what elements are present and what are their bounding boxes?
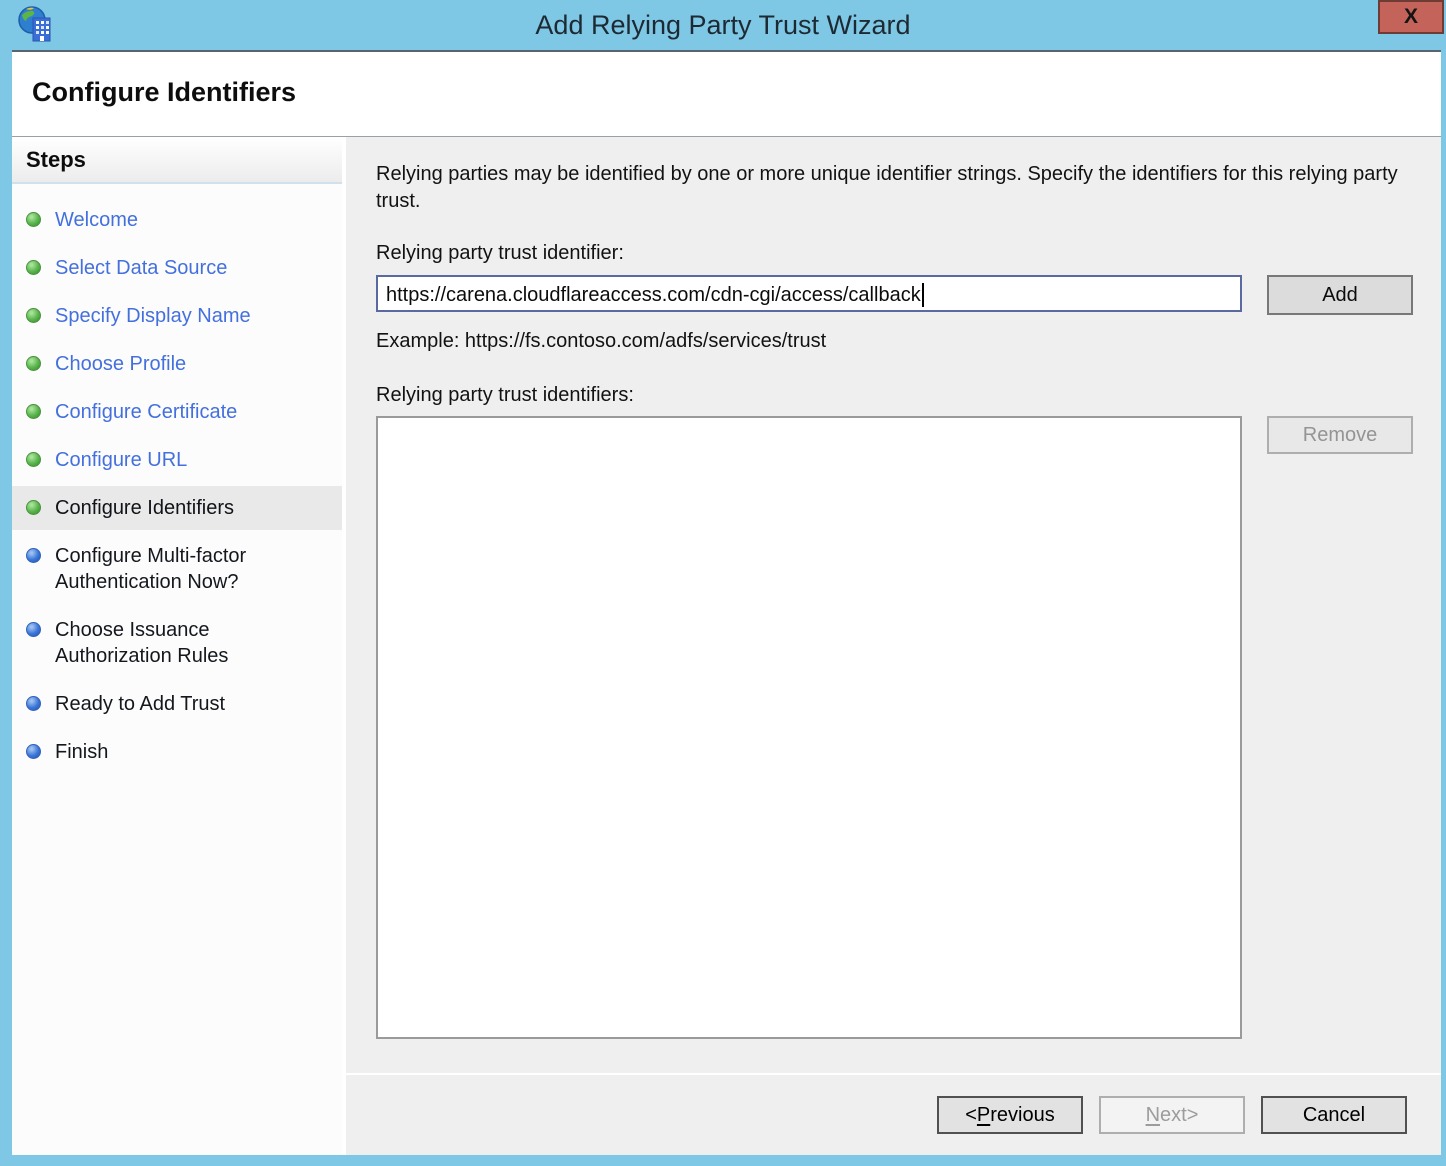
step-label: Welcome: [55, 207, 138, 233]
add-button[interactable]: Add: [1267, 275, 1413, 315]
completed-step-dot-icon: [26, 356, 41, 371]
title-bar: Add Relying Party Trust Wizard X: [0, 0, 1446, 50]
sidebar-step-ready-to-add-trust: Ready to Add Trust: [12, 682, 342, 726]
main-panel: Relying parties may be identified by one…: [346, 137, 1441, 1155]
sidebar-step-configure-identifiers[interactable]: Configure Identifiers: [12, 486, 342, 530]
wizard-client-area: Configure Identifiers Steps Welcome Sele…: [12, 50, 1441, 1155]
step-label: Configure Identifiers: [55, 495, 234, 521]
upcoming-step-dot-icon: [26, 696, 41, 711]
step-label: Select Data Source: [55, 255, 227, 281]
content-row: Steps Welcome Select Data Source Specify…: [12, 136, 1441, 1155]
next-label-suffix: >: [1187, 1104, 1199, 1127]
step-label: Choose Issuance Authorization Rules: [55, 617, 295, 669]
step-label: Specify Display Name: [55, 303, 251, 329]
sidebar-step-choose-issuance-rules: Choose Issuance Authorization Rules: [12, 608, 342, 678]
identifier-input-value: https://carena.cloudflareaccess.com/cdn-…: [386, 284, 921, 307]
next-label-accel: N: [1146, 1104, 1160, 1127]
close-button[interactable]: X: [1378, 0, 1444, 34]
step-label: Finish: [55, 739, 108, 765]
close-icon: X: [1404, 5, 1418, 29]
current-step-dot-icon: [26, 500, 41, 515]
previous-label-accel: P: [977, 1104, 990, 1127]
sidebar-step-configure-mfa: Configure Multi-factor Authentication No…: [12, 534, 342, 604]
remove-button[interactable]: Remove: [1267, 416, 1413, 454]
wizard-window: Add Relying Party Trust Wizard X Configu…: [0, 0, 1446, 1166]
step-label: Configure Certificate: [55, 399, 237, 425]
sidebar-step-welcome[interactable]: Welcome: [12, 198, 342, 242]
page-title: Configure Identifiers: [12, 52, 1441, 136]
sidebar-step-configure-url[interactable]: Configure URL: [12, 438, 342, 482]
sidebar-step-specify-display-name[interactable]: Specify Display Name: [12, 294, 342, 338]
next-button[interactable]: Next >: [1099, 1096, 1245, 1134]
previous-button[interactable]: < Previous: [937, 1096, 1083, 1134]
sidebar-step-select-data-source[interactable]: Select Data Source: [12, 246, 342, 290]
step-label: Ready to Add Trust: [55, 691, 225, 717]
step-label: Configure Multi-factor Authentication No…: [55, 543, 295, 595]
completed-step-dot-icon: [26, 260, 41, 275]
sidebar-step-configure-certificate[interactable]: Configure Certificate: [12, 390, 342, 434]
relying-party-identifier-input[interactable]: https://carena.cloudflareaccess.com/cdn-…: [376, 275, 1242, 312]
previous-label-rest: revious: [990, 1104, 1054, 1127]
identifiers-list-label: Relying party trust identifiers:: [376, 384, 1413, 407]
identifiers-list-row: Remove: [376, 416, 1413, 1073]
page-description: Relying parties may be identified by one…: [376, 161, 1413, 215]
completed-step-dot-icon: [26, 308, 41, 323]
steps-list: Welcome Select Data Source Specify Displ…: [12, 198, 342, 778]
wizard-footer: < Previous Next > Cancel: [346, 1073, 1441, 1155]
completed-step-dot-icon: [26, 452, 41, 467]
step-label: Choose Profile: [55, 351, 186, 377]
identifier-input-row: https://carena.cloudflareaccess.com/cdn-…: [376, 275, 1413, 315]
example-text: Example: https://fs.contoso.com/adfs/ser…: [376, 330, 1413, 353]
steps-heading: Steps: [12, 137, 342, 184]
identifier-field-label: Relying party trust identifier:: [376, 242, 1413, 265]
identifiers-listbox[interactable]: [376, 416, 1242, 1039]
upcoming-step-dot-icon: [26, 744, 41, 759]
cancel-button[interactable]: Cancel: [1261, 1096, 1407, 1134]
completed-step-dot-icon: [26, 404, 41, 419]
upcoming-step-dot-icon: [26, 622, 41, 637]
main-content: Relying parties may be identified by one…: [346, 137, 1441, 1073]
next-label-rest: ext: [1160, 1104, 1187, 1127]
text-cursor: [922, 283, 924, 307]
step-label: Configure URL: [55, 447, 187, 473]
window-title: Add Relying Party Trust Wizard: [0, 0, 1446, 50]
upcoming-step-dot-icon: [26, 548, 41, 563]
steps-sidebar: Steps Welcome Select Data Source Specify…: [12, 137, 342, 1155]
completed-step-dot-icon: [26, 212, 41, 227]
previous-label-prefix: <: [965, 1104, 977, 1127]
sidebar-step-choose-profile[interactable]: Choose Profile: [12, 342, 342, 386]
sidebar-step-finish: Finish: [12, 730, 342, 774]
